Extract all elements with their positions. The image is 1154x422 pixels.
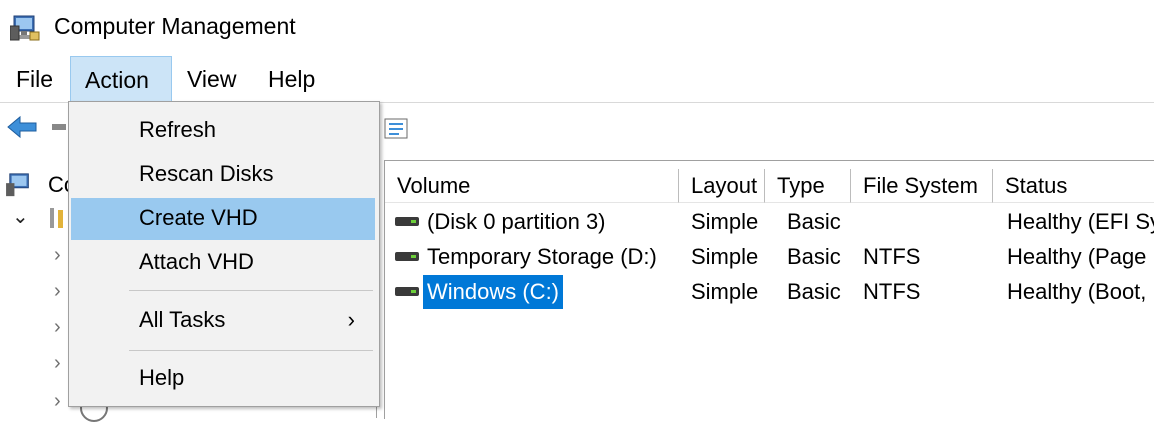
column-header-volume[interactable]: Volume <box>385 169 679 203</box>
menu-item-label: Refresh <box>139 117 217 142</box>
computer-management-icon <box>10 15 40 41</box>
table-row[interactable]: (Disk 0 partition 3) Simple Basic Health… <box>385 205 1154 239</box>
column-header-type[interactable]: Type <box>765 169 851 203</box>
chevron-right-icon[interactable]: › <box>54 390 61 413</box>
chevron-right-icon[interactable]: › <box>54 280 61 303</box>
table-row[interactable]: Temporary Storage (D:) Simple Basic NTFS… <box>385 240 1154 274</box>
menu-item-label: Rescan Disks <box>139 161 274 186</box>
cell-layout: Simple <box>691 244 759 269</box>
menu-file[interactable]: File <box>2 56 67 100</box>
cell-layout: Simple <box>691 279 759 304</box>
menu-help[interactable]: Help <box>254 56 329 100</box>
chevron-right-icon[interactable]: › <box>54 352 61 375</box>
volume-list: Volume Layout Type File System Status (D… <box>384 160 1154 419</box>
menu-item-label: Attach VHD <box>139 249 254 274</box>
cell-file-system: NTFS <box>863 244 921 269</box>
title-bar: Computer Management <box>0 0 1154 56</box>
menu-separator <box>129 350 373 351</box>
column-header-status[interactable]: Status <box>993 169 1154 203</box>
column-header-layout[interactable]: Layout <box>679 169 765 203</box>
cell-layout: Simple <box>691 209 759 234</box>
menu-bar: File Action View Help <box>0 56 1154 102</box>
cell-file-system: NTFS <box>863 279 921 304</box>
chevron-right-icon[interactable]: › <box>54 244 61 267</box>
tools-icon <box>50 208 63 228</box>
menu-separator <box>129 290 373 291</box>
menu-item-label: Create VHD <box>139 205 258 230</box>
list-header: Volume Layout Type File System Status <box>385 169 1154 205</box>
menu-item-label: All Tasks <box>139 307 226 332</box>
menu-item-help[interactable]: Help <box>71 358 375 400</box>
disk-icon <box>395 287 419 296</box>
cell-volume: Windows (C:) <box>423 275 564 309</box>
cell-volume: (Disk 0 partition 3) <box>427 209 606 234</box>
cell-type: Basic <box>787 244 841 269</box>
cell-status: Healthy (Boot, <box>1007 279 1147 304</box>
cell-status: Healthy (EFI Sy <box>1007 209 1154 234</box>
menu-item-label: Help <box>139 365 185 390</box>
cell-volume: Temporary Storage (D:) <box>427 244 657 269</box>
window-title: Computer Management <box>54 13 296 39</box>
chevron-right-icon: › <box>347 307 355 332</box>
disk-icon <box>395 252 419 261</box>
action-menu: Refresh Rescan Disks Create VHD Attach V… <box>68 101 380 407</box>
cell-type: Basic <box>787 209 841 234</box>
computer-management-icon <box>6 173 29 197</box>
menu-view[interactable]: View <box>173 56 250 100</box>
menu-item-rescan-disks[interactable]: Rescan Disks <box>71 154 375 196</box>
menu-item-refresh[interactable]: Refresh <box>71 110 375 152</box>
menu-item-attach-vhd[interactable]: Attach VHD <box>71 242 375 284</box>
back-arrow-icon[interactable] <box>6 115 40 139</box>
menu-item-create-vhd[interactable]: Create VHD <box>71 198 375 240</box>
menu-item-all-tasks[interactable]: All Tasks › <box>71 300 375 342</box>
properties-icon[interactable] <box>384 118 410 140</box>
disk-icon <box>395 217 419 226</box>
chevron-down-icon[interactable]: ⌄ <box>12 204 29 229</box>
menu-action[interactable]: Action <box>70 56 172 101</box>
table-row-selected[interactable]: Windows (C:) Simple Basic NTFS Healthy (… <box>385 275 1154 309</box>
chevron-right-icon[interactable]: › <box>54 316 61 339</box>
cell-status: Healthy (Page <box>1007 244 1147 269</box>
column-header-file-system[interactable]: File System <box>851 169 993 203</box>
cell-type: Basic <box>787 279 841 304</box>
